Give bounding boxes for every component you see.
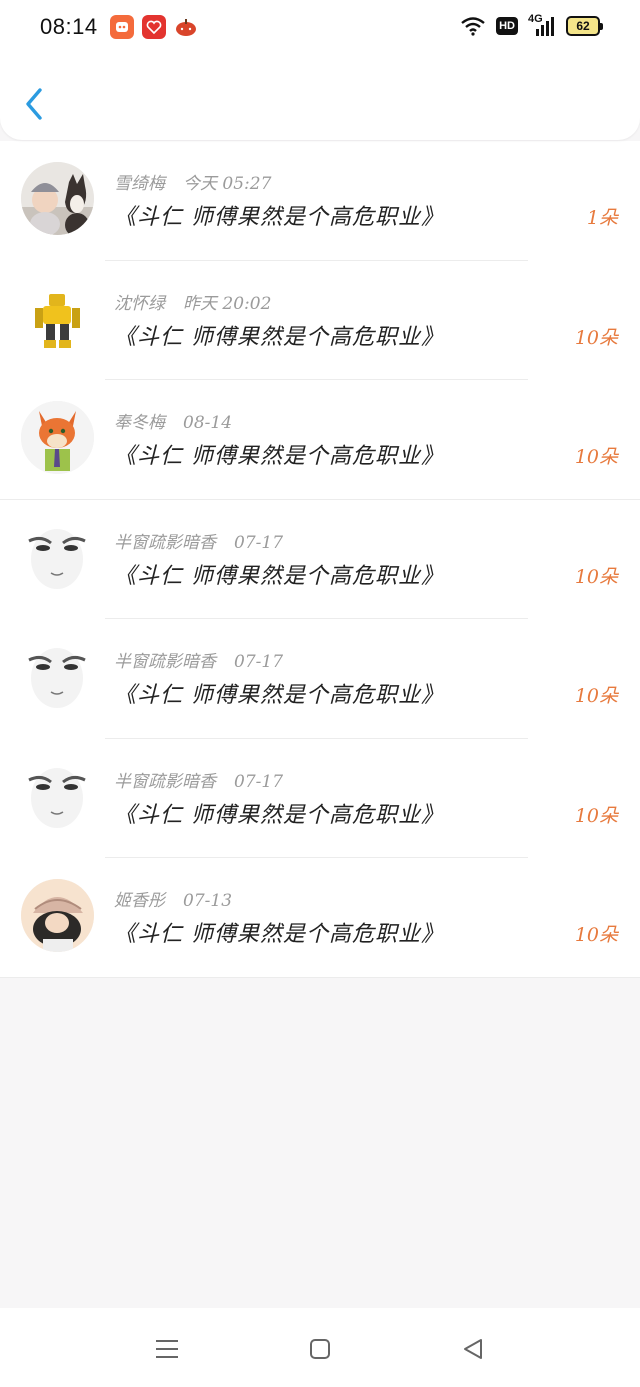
- gift-amount: 10朵: [574, 924, 618, 946]
- book-title: 《斗仁 师傅果然是个高危职业》: [114, 205, 444, 230]
- sketch-face-avatar: [21, 640, 94, 713]
- book-title: 《斗仁 师傅果然是个高危职业》: [114, 683, 444, 708]
- app-icon-pumpkin: [174, 15, 198, 39]
- menu-icon: [156, 1340, 178, 1358]
- avatar[interactable]: [21, 162, 94, 235]
- list-item[interactable]: 奉冬梅 08-14 《斗仁 师傅果然是个高危职业》 10朵: [0, 380, 640, 500]
- send-date: 今天 05:27: [183, 174, 272, 194]
- header-card: 08:14 HD 4G 62: [0, 0, 640, 140]
- list-item[interactable]: 半窗疏影暗香 07-17 《斗仁 师傅果然是个高危职业》 10朵: [0, 739, 640, 858]
- sender-name: 半窗疏影暗香: [114, 771, 216, 792]
- sketch-face-avatar: [21, 759, 94, 833]
- gift-amount: 10朵: [574, 446, 618, 468]
- signal-icon: 4G: [528, 13, 556, 37]
- sketch-face-avatar: [21, 520, 94, 594]
- gift-amount: 10朵: [574, 804, 618, 827]
- sender-line: 姬香彤 07-13: [114, 886, 232, 911]
- list-item[interactable]: 雪绮梅 今天 05:27 《斗仁 师傅果然是个高危职业》 1朵: [0, 141, 640, 261]
- gift-amount: 10朵: [574, 685, 618, 707]
- gift-list: 雪绮梅 今天 05:27 《斗仁 师傅果然是个高危职业》 1朵 沈怀绿 昨天 20:…: [0, 141, 640, 978]
- sender-name: 雪绮梅: [114, 174, 165, 194]
- sender-name: 姬香彤: [114, 891, 165, 911]
- chevron-left-icon: [26, 88, 42, 120]
- back-triangle-icon: [464, 1339, 482, 1359]
- book-title: 《斗仁 师傅果然是个高危职业》: [114, 324, 444, 350]
- avatar[interactable]: [21, 640, 94, 713]
- sender-name: 半窗疏影暗香: [114, 652, 216, 672]
- home-square-icon: [310, 1339, 330, 1359]
- sender-line: 半窗疏影暗香 07-17: [114, 767, 283, 792]
- avatar[interactable]: [21, 879, 94, 952]
- send-date: 昨天 20:02: [183, 293, 272, 314]
- sender-line: 半窗疏影暗香 07-17: [114, 647, 283, 672]
- list-item[interactable]: 沈怀绿 昨天 20:02 《斗仁 师傅果然是个高危职业》 10朵: [0, 261, 640, 380]
- nav-menu-button[interactable]: [147, 1332, 187, 1366]
- gift-amount: 10朵: [574, 326, 618, 349]
- status-right: HD 4G 62: [460, 13, 603, 37]
- cartoon-fox-avatar: [21, 401, 94, 474]
- avatar[interactable]: [21, 401, 94, 474]
- send-date: 08-14: [183, 413, 233, 433]
- list-item[interactable]: 姬香彤 07-13 《斗仁 师傅果然是个高危职业》 10朵: [0, 858, 640, 978]
- yellow-robot-avatar: [21, 281, 94, 355]
- sender-line: 奉冬梅 08-14: [114, 408, 232, 433]
- sender-name: 半窗疏影暗香: [114, 532, 216, 553]
- battery-level: 62: [576, 19, 590, 33]
- send-date: 07-17: [234, 532, 284, 553]
- avatar[interactable]: [21, 281, 94, 355]
- sender-name: 奉冬梅: [114, 413, 165, 433]
- sender-name: 沈怀绿: [114, 293, 165, 314]
- book-title: 《斗仁 师傅果然是个高危职业》: [114, 802, 444, 828]
- child-and-dog-avatar: [21, 162, 94, 235]
- system-nav-bar: [0, 1308, 640, 1387]
- sender-line: 雪绮梅 今天 05:27: [114, 169, 271, 194]
- book-title: 《斗仁 师傅果然是个高危职业》: [114, 444, 444, 469]
- send-date: 07-13: [183, 891, 233, 911]
- battery-icon: 62: [566, 16, 603, 36]
- app-icon-orange: [110, 15, 134, 39]
- status-bar: 08:14 HD 4G 62: [0, 0, 640, 56]
- notification-icons: [110, 15, 198, 39]
- back-button[interactable]: [18, 84, 54, 124]
- gift-amount: 1朵: [586, 207, 618, 229]
- nav-back-button[interactable]: [453, 1332, 493, 1366]
- gift-amount: 10朵: [574, 565, 618, 588]
- list-item[interactable]: 半窗疏影暗香 07-17 《斗仁 师傅果然是个高危职业》 10朵: [0, 500, 640, 619]
- sender-line: 半窗疏影暗香 07-17: [114, 528, 283, 553]
- hd-badge: HD: [496, 17, 518, 35]
- nav-home-button[interactable]: [300, 1332, 340, 1366]
- book-title: 《斗仁 师傅果然是个高危职业》: [114, 563, 444, 589]
- status-time: 08:14: [40, 14, 98, 39]
- avatar[interactable]: [21, 759, 94, 833]
- send-date: 07-17: [234, 652, 284, 672]
- book-title: 《斗仁 师傅果然是个高危职业》: [114, 922, 444, 947]
- girl-with-cap-avatar: [21, 879, 94, 952]
- sender-line: 沈怀绿 昨天 20:02: [114, 289, 271, 314]
- list-item[interactable]: 半窗疏影暗香 07-17 《斗仁 师傅果然是个高危职业》 10朵: [0, 619, 640, 739]
- wifi-icon: [461, 17, 485, 36]
- send-date: 07-17: [234, 771, 284, 792]
- app-icon-red: [142, 15, 166, 39]
- avatar[interactable]: [21, 520, 94, 594]
